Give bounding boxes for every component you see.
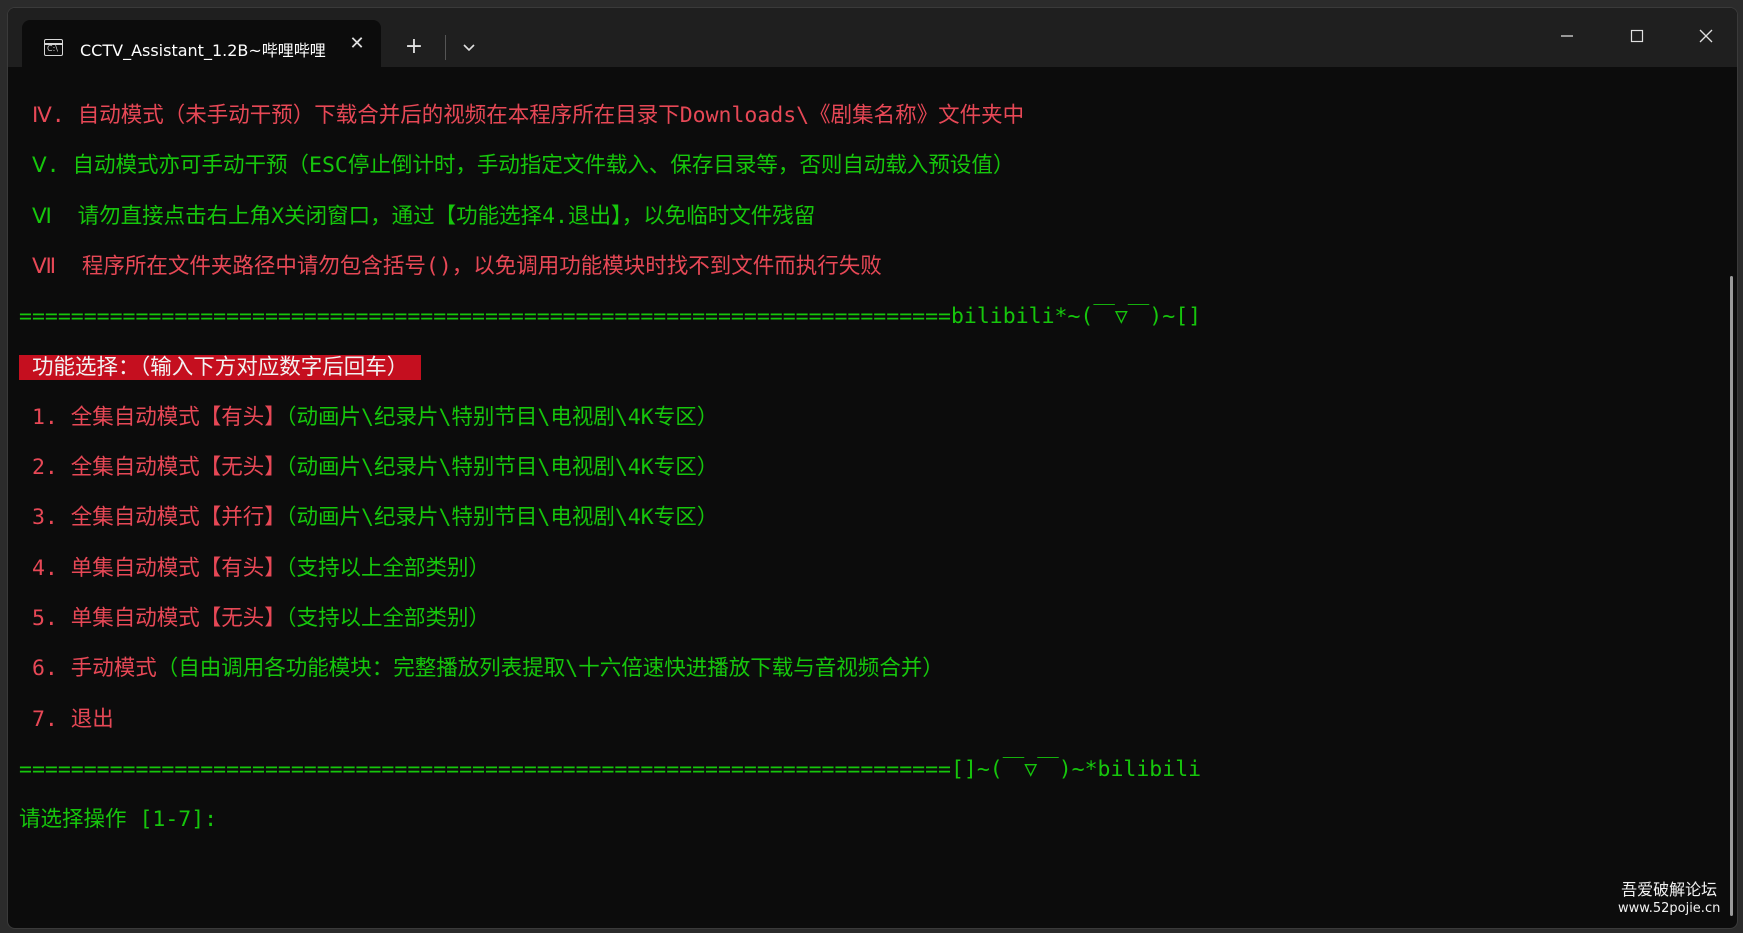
terminal-line: 功能选择：（输入下方对应数字后回车） xyxy=(19,353,422,383)
terminal-text: （动画片\纪录片\特别节目\电视剧\4K专区） xyxy=(285,505,719,530)
terminal-window: C:\ CCTV_Assistant_1.2B~哔哩哔哩 ✕ + Ⅳ. 自动模式… xyxy=(7,7,1738,929)
terminal-line: ========================================… xyxy=(19,302,1201,332)
terminal-text: 功能选择：（输入下方对应数字后回车） xyxy=(19,355,422,380)
terminal-text: Ⅶ xyxy=(19,254,82,279)
terminal-line: Ⅶ 程序所在文件夹路径中请勿包含括号()，以免调用功能模块时找不到文件而执行失败 xyxy=(19,252,882,282)
tab-close-icon[interactable]: ✕ xyxy=(345,32,369,56)
terminal-text: 自动模式（未手动干预）下载合并后的视频在本程序所在目录下Downloads\《剧… xyxy=(77,103,1025,128)
maximize-button[interactable] xyxy=(1614,18,1660,54)
terminal-text: Ⅴ. xyxy=(19,153,73,178)
new-tab-plus-icon[interactable]: + xyxy=(396,30,432,64)
terminal-line: Ⅳ. 自动模式（未手动干预）下载合并后的视频在本程序所在目录下Downloads… xyxy=(19,101,1024,131)
title-bar[interactable]: C:\ CCTV_Assistant_1.2B~哔哩哔哩 ✕ + xyxy=(8,8,1737,67)
tab-title: CCTV_Assistant_1.2B~哔哩哔哩 xyxy=(80,41,326,60)
terminal-line: 1. 全集自动模式【有头】（动画片\纪录片\特别节目\电视剧\4K专区） xyxy=(19,403,718,433)
chevron-down-icon[interactable] xyxy=(454,32,484,62)
terminal-text: ========================================… xyxy=(19,757,1202,782)
watermark-url: www.52pojie.cn xyxy=(1618,901,1721,916)
terminal-icon: C:\ xyxy=(44,39,63,56)
minimize-button[interactable] xyxy=(1544,18,1590,54)
terminal-text: Ⅵ xyxy=(19,204,78,229)
terminal-line: 7. 退出 xyxy=(19,705,114,735)
terminal-text: （自由调用各功能模块：完整播放列表提取\十六倍速快进播放下载与音视频合并） xyxy=(156,656,944,681)
terminal-text: （支持以上全部类别） xyxy=(285,606,491,631)
terminal-text: （支持以上全部类别） xyxy=(285,556,491,581)
terminal-text: 请勿直接点击右上角X关闭窗口，通过【功能选择4.退出】，以免临时文件残留 xyxy=(77,204,816,229)
terminal-text: （动画片\纪录片\特别节目\电视剧\4K专区） xyxy=(285,455,719,480)
terminal-line: 6. 手动模式（自由调用各功能模块：完整播放列表提取\十六倍速快进播放下载与音视… xyxy=(19,654,944,684)
terminal-text: 程序所在文件夹路径中请勿包含括号()，以免调用功能模块时找不到文件而执行失败 xyxy=(81,254,882,279)
tab-active[interactable]: C:\ CCTV_Assistant_1.2B~哔哩哔哩 ✕ xyxy=(22,20,381,67)
terminal-text: （动画片\纪录片\特别节目\电视剧\4K专区） xyxy=(285,405,719,430)
terminal-line: 4. 单集自动模式【有头】（支持以上全部类别） xyxy=(19,554,490,584)
terminal-line: 2. 全集自动模式【无头】（动画片\纪录片\特别节目\电视剧\4K专区） xyxy=(19,453,718,483)
terminal-text: 2. 全集自动模式【无头】 xyxy=(19,455,286,480)
terminal-line: 5. 单集自动模式【无头】（支持以上全部类别） xyxy=(19,604,490,634)
terminal-text: 3. 全集自动模式【并行】 xyxy=(19,505,286,530)
terminal-line: 请选择操作 [1-7]: xyxy=(19,805,230,835)
terminal-text: 4. 单集自动模式【有头】 xyxy=(19,556,286,581)
terminal-text: 1. 全集自动模式【有头】 xyxy=(19,405,286,430)
terminal-text: ========================================… xyxy=(19,304,1202,329)
terminal-text: Ⅳ. xyxy=(19,103,78,128)
scrollbar-thumb[interactable] xyxy=(1730,276,1733,916)
terminal-output[interactable]: Ⅳ. 自动模式（未手动干预）下载合并后的视频在本程序所在目录下Downloads… xyxy=(19,67,1719,925)
terminal-line: Ⅵ 请勿直接点击右上角X关闭窗口，通过【功能选择4.退出】，以免临时文件残留 xyxy=(19,202,815,232)
terminal-text: 自动模式亦可手动干预（ESC停止倒计时，手动指定文件载入、保存目录等，否则自动载… xyxy=(72,153,1015,178)
terminal-text: 5. 单集自动模式【无头】 xyxy=(19,606,286,631)
terminal-line: Ⅴ. 自动模式亦可手动干预（ESC停止倒计时，手动指定文件载入、保存目录等，否则… xyxy=(19,151,1014,181)
terminal-line: 3. 全集自动模式【并行】（动画片\纪录片\特别节目\电视剧\4K专区） xyxy=(19,503,718,533)
watermark: 吾爱破解论坛 www.52pojie.cn xyxy=(1618,880,1720,918)
terminal-text: 6. 手动模式 xyxy=(19,656,157,681)
terminal-text: 7. 退出 xyxy=(19,707,114,732)
terminal-icon-text: C:\ xyxy=(47,44,58,53)
terminal-line: ========================================… xyxy=(19,755,1201,785)
close-window-button[interactable] xyxy=(1683,18,1729,54)
terminal-text: 请选择操作 [1-7]: xyxy=(19,807,231,832)
watermark-title: 吾爱破解论坛 xyxy=(1621,880,1718,899)
tab-divider xyxy=(445,35,446,60)
